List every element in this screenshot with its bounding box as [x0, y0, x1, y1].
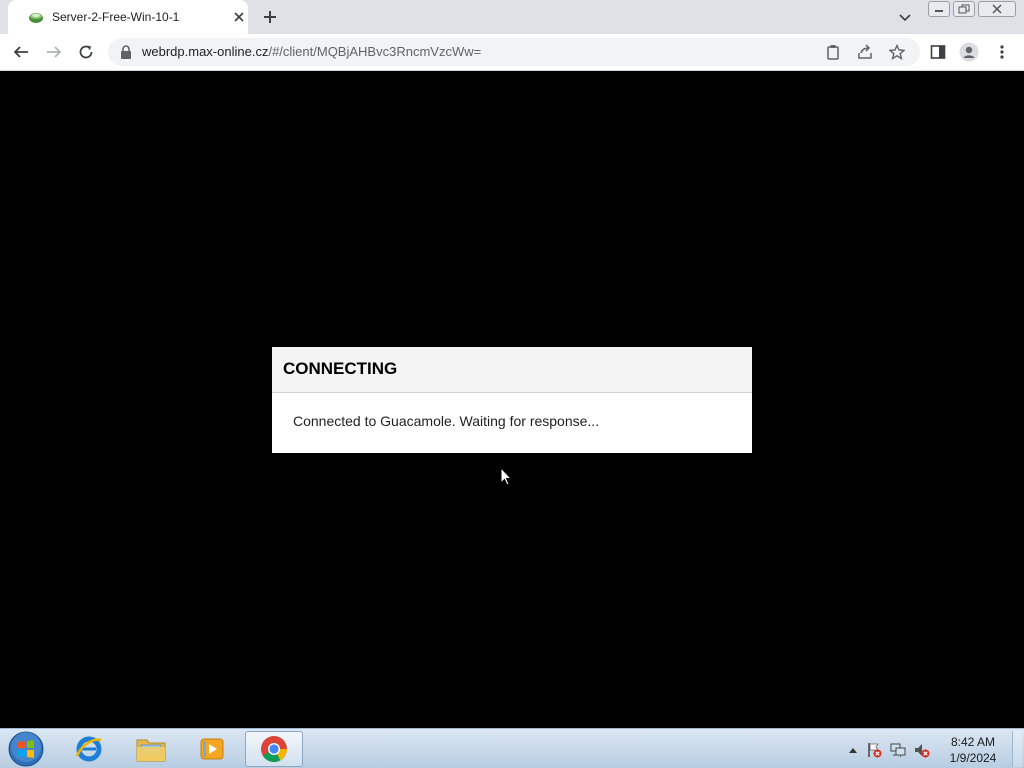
- restore-window-icon[interactable]: [953, 1, 975, 17]
- minimize-window-icon[interactable]: [928, 1, 950, 17]
- dialog-message: Connected to Guacamole. Waiting for resp…: [293, 413, 600, 429]
- browser-toolbar: webrdp.max-online.cz/#/client/MQBjAHBvc3…: [0, 34, 1024, 71]
- guacamole-favicon-icon: [29, 13, 43, 23]
- address-bar[interactable]: webrdp.max-online.cz/#/client/MQBjAHBvc3…: [108, 38, 920, 66]
- browser-tab-strip: Server-2-Free-Win-10-1: [0, 0, 1024, 34]
- dialog-title: CONNECTING: [272, 347, 752, 393]
- new-tab-icon[interactable]: [260, 7, 280, 27]
- lock-icon[interactable]: [120, 45, 132, 59]
- network-icon[interactable]: [890, 742, 906, 758]
- tab-search-chevron-icon[interactable]: [896, 8, 914, 26]
- tab-close-icon[interactable]: [230, 8, 248, 26]
- forward-arrow-icon[interactable]: [43, 41, 65, 63]
- remote-desktop-viewport[interactable]: CONNECTING Connected to Guacamole. Waiti…: [0, 71, 1024, 728]
- reload-icon[interactable]: [75, 41, 97, 63]
- clock-time: 8:42 AM: [950, 735, 996, 749]
- connecting-dialog: CONNECTING Connected to Guacamole. Waiti…: [272, 347, 752, 453]
- taskbar-clock[interactable]: 8:42 AM 1/9/2024: [944, 734, 1002, 766]
- close-window-icon[interactable]: [978, 1, 1016, 17]
- windows-start-icon[interactable]: [6, 730, 46, 768]
- show-hidden-icons-icon[interactable]: [845, 742, 861, 758]
- windows-taskbar: 8:42 AM 1/9/2024: [0, 728, 1024, 768]
- tab-title: Server-2-Free-Win-10-1: [52, 10, 180, 24]
- windows-explorer-icon[interactable]: [122, 731, 180, 767]
- browser-menu-icon[interactable]: [991, 41, 1013, 63]
- browser-tab[interactable]: Server-2-Free-Win-10-1: [8, 0, 248, 34]
- side-panel-icon[interactable]: [927, 41, 949, 63]
- url-host: webrdp.max-online.cz: [142, 44, 269, 59]
- volume-muted-icon[interactable]: [914, 742, 930, 758]
- clock-date: 1/9/2024: [949, 751, 997, 765]
- show-desktop-button[interactable]: [1012, 731, 1022, 767]
- profile-avatar-icon[interactable]: [958, 41, 980, 63]
- address-url[interactable]: webrdp.max-online.cz/#/client/MQBjAHBvc3…: [142, 44, 481, 59]
- share-icon[interactable]: [856, 43, 874, 61]
- google-chrome-icon[interactable]: [245, 731, 303, 767]
- page-clipboard-icon[interactable]: [824, 43, 842, 61]
- bookmark-star-icon[interactable]: [888, 43, 906, 61]
- action-center-flag-icon[interactable]: [866, 742, 882, 758]
- media-player-icon[interactable]: [183, 731, 241, 767]
- url-path: /#/client/MQBjAHBvc3RncmVzcWw=: [268, 44, 482, 59]
- back-arrow-icon[interactable]: [10, 41, 32, 63]
- internet-explorer-icon[interactable]: [60, 731, 118, 767]
- mouse-cursor-icon: [500, 467, 512, 486]
